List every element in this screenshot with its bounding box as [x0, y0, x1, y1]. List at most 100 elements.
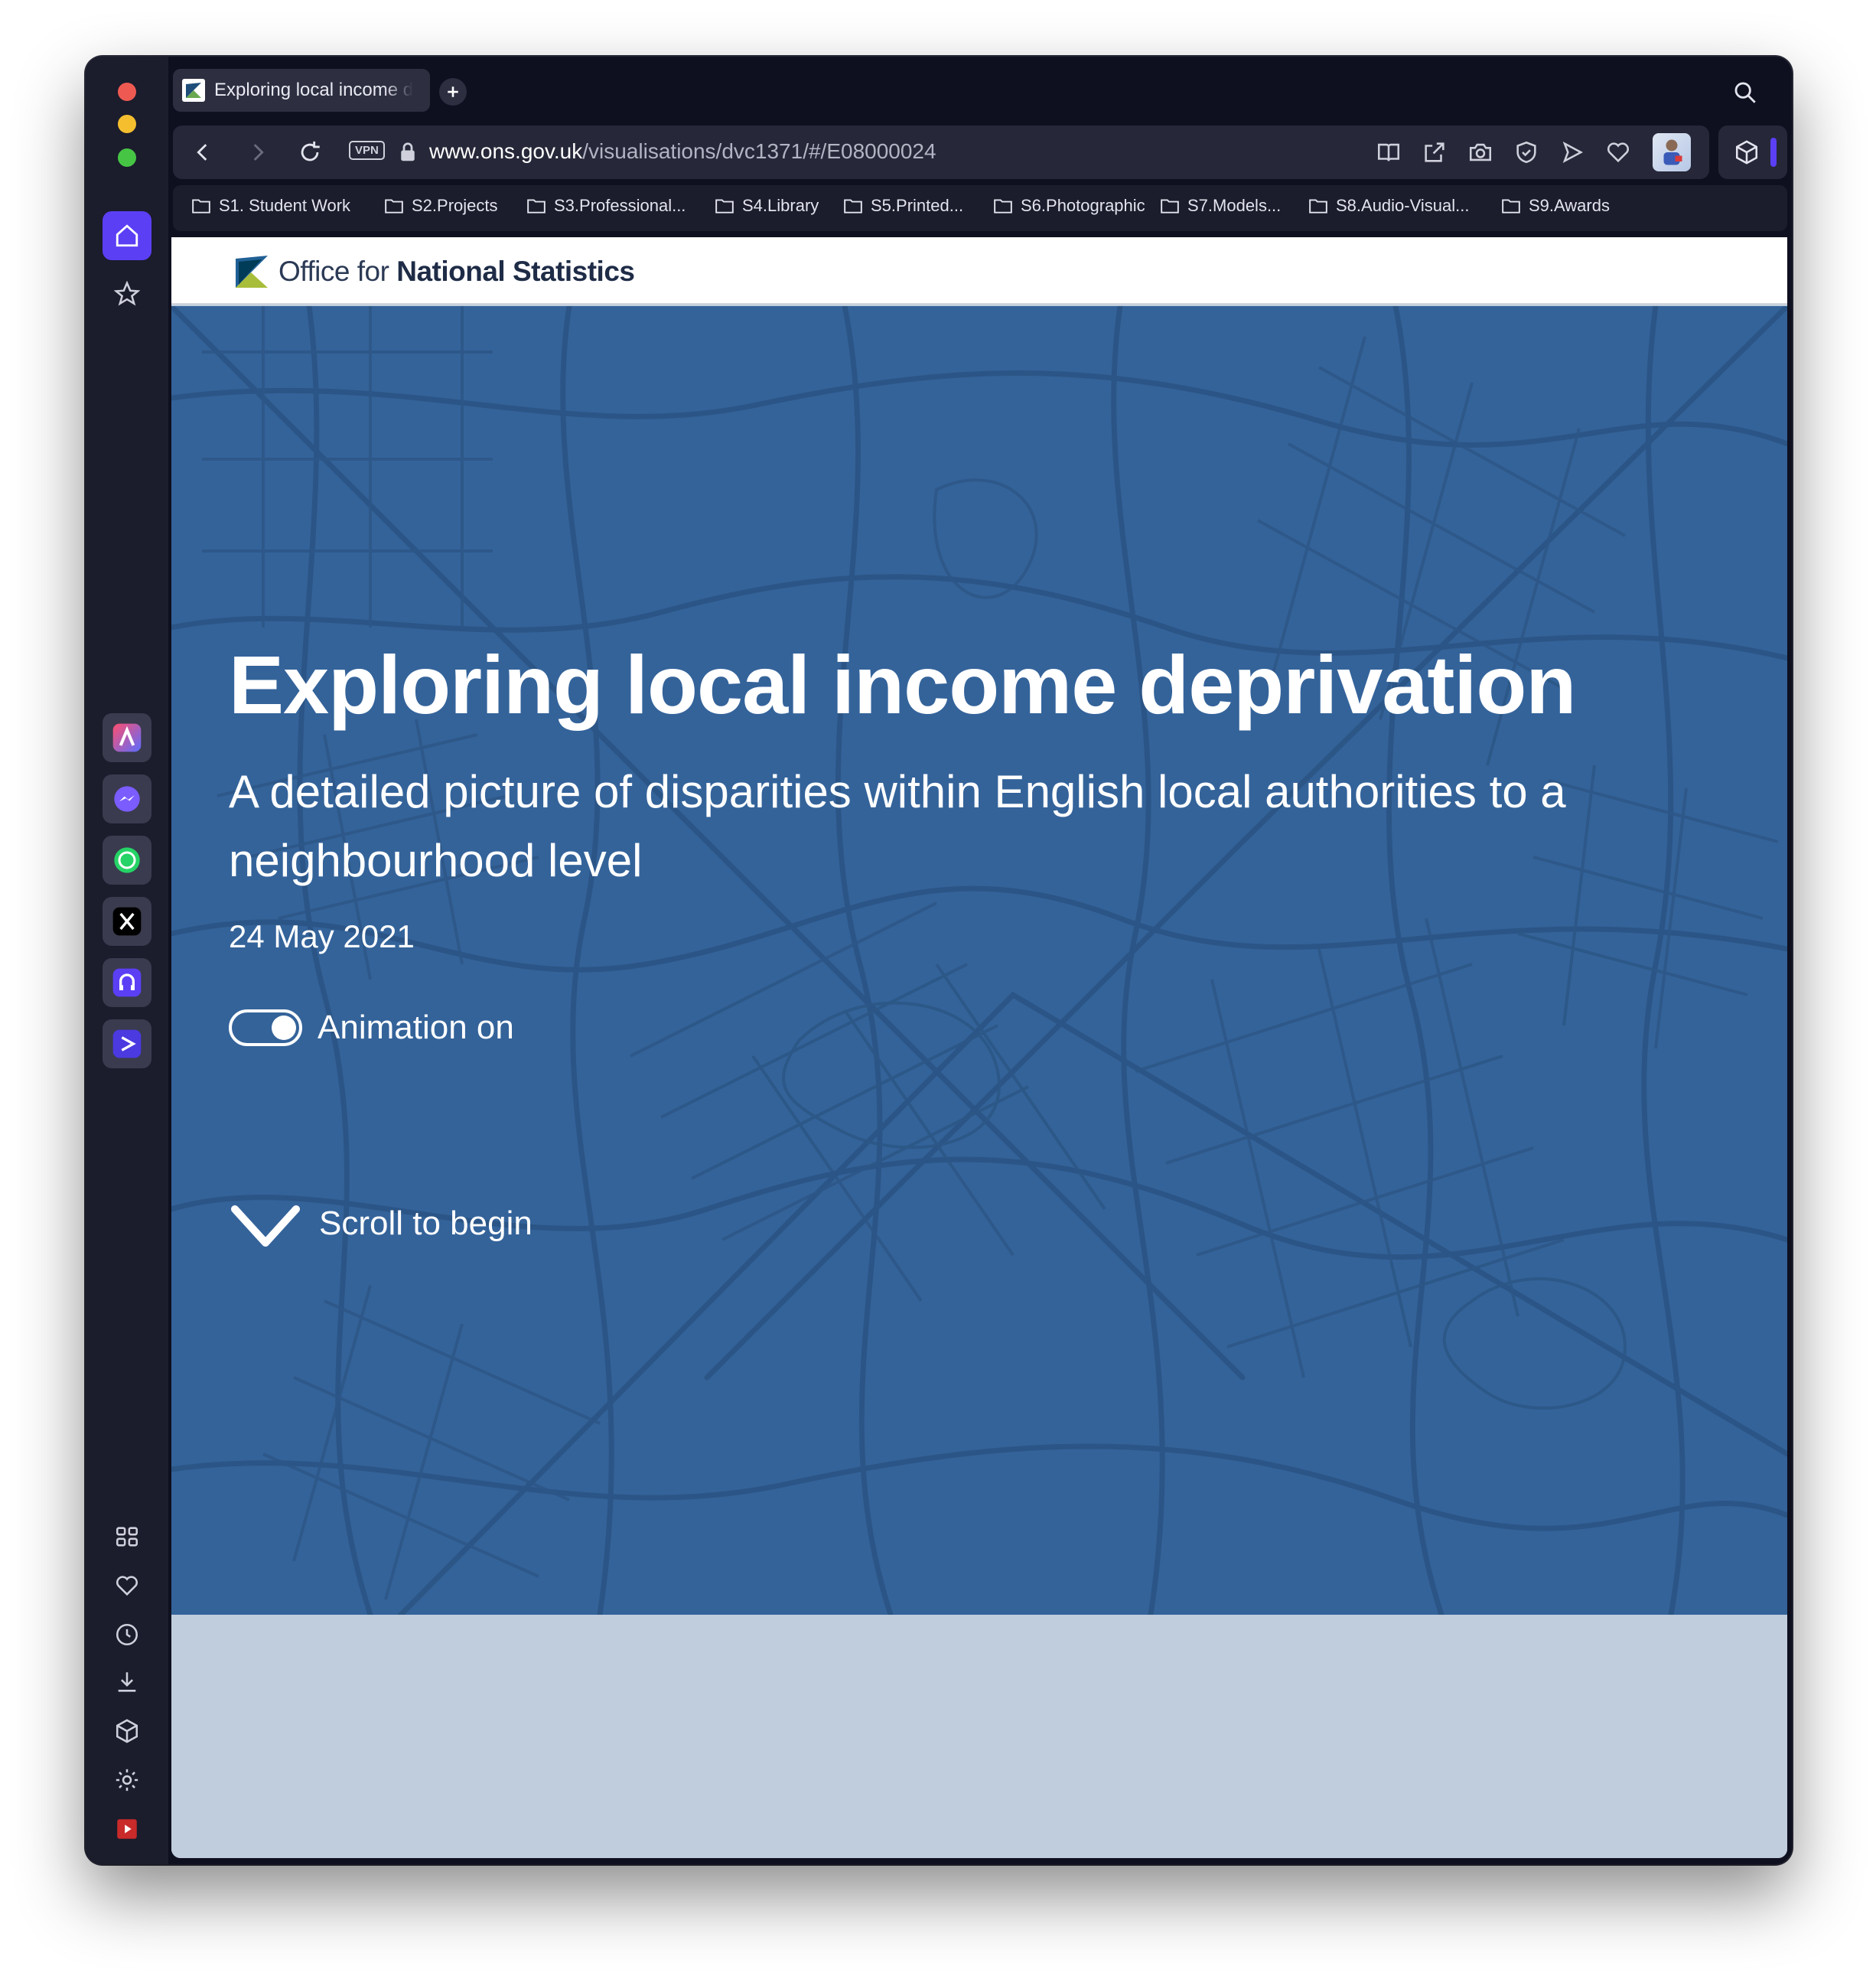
ons-wordmark-bold: National Statistics: [396, 256, 635, 287]
folder-icon: [1161, 199, 1179, 214]
url-text[interactable]: www.ons.gov.uk/visualisations/dvc1371/#/…: [429, 139, 936, 164]
address-bar[interactable]: VPN www.ons.gov.uk/visualisations/dvc137…: [173, 126, 1709, 179]
folder-icon: [994, 199, 1012, 214]
downloads-button[interactable]: [109, 1664, 145, 1700]
extensions-area[interactable]: [1718, 126, 1787, 179]
toggle-knob: [272, 1016, 296, 1040]
close-window-button[interactable]: [118, 83, 136, 101]
cube-icon: [1734, 139, 1760, 169]
ons-logo-icon: [236, 256, 268, 288]
messenger-app-button[interactable]: [103, 774, 151, 823]
lock-icon[interactable]: [396, 139, 419, 169]
sidebar-accent-bar: [1770, 138, 1777, 167]
flow-button[interactable]: [1559, 139, 1585, 169]
whatsapp-app-button[interactable]: [103, 836, 151, 885]
page-title: Exploring local income deprivation: [229, 638, 1576, 731]
folder-icon: [715, 199, 734, 214]
bookmark-folder[interactable]: S9.Awards: [1501, 196, 1610, 216]
bookmark-folder[interactable]: S1. Student Work: [191, 196, 350, 216]
new-tab-button[interactable]: [439, 78, 467, 106]
bookmark-folder[interactable]: S2.Projects: [384, 196, 498, 216]
animation-toggle-row[interactable]: Animation on: [229, 1009, 514, 1047]
search-tabs-button[interactable]: [1732, 80, 1758, 109]
plus-icon: [448, 86, 458, 97]
aria-icon: [112, 723, 142, 752]
ons-wordmark: Office for National Statistics: [278, 256, 635, 288]
star-button[interactable]: [109, 275, 145, 312]
hero-section: Exploring local income deprivation A det…: [171, 306, 1787, 1615]
url-host: www.ons.gov.uk: [429, 139, 583, 163]
vpn-badge[interactable]: VPN: [349, 141, 385, 160]
settings-icon: [116, 1769, 138, 1792]
x-icon: [112, 907, 142, 936]
messenger-icon: [114, 786, 140, 812]
bookmark-label: S4.Library: [742, 196, 819, 215]
bookmark-folder[interactable]: S8.Audio-Visual...: [1308, 196, 1469, 216]
chevron-down-icon: [231, 1205, 300, 1247]
video-button[interactable]: [109, 1811, 145, 1847]
scroll-to-begin-label[interactable]: Scroll to begin: [319, 1205, 533, 1243]
bookmark-label: S5.Printed...: [871, 196, 964, 215]
clock-icon: [116, 1623, 138, 1646]
animation-toggle-label[interactable]: Animation on: [318, 1009, 514, 1047]
send-icon: [1562, 141, 1584, 164]
bookmark-folder[interactable]: S3.Professional...: [526, 196, 686, 216]
snapshot-button[interactable]: [1467, 139, 1493, 169]
history-button[interactable]: [109, 1616, 145, 1653]
chevron-right-icon: [253, 144, 264, 161]
x-app-button[interactable]: [103, 897, 151, 946]
minimize-window-button[interactable]: [118, 115, 136, 133]
back-button[interactable]: [190, 139, 216, 169]
heart-button[interactable]: [109, 1567, 145, 1604]
home-icon: [116, 224, 138, 247]
bookmark-folder[interactable]: S5.Printed...: [843, 196, 963, 216]
active-tab[interactable]: Exploring local income d: [173, 69, 430, 112]
player-icon: [112, 1029, 142, 1058]
music-app-button[interactable]: [103, 958, 151, 1007]
search-icon: [1734, 82, 1756, 103]
zoom-window-button[interactable]: [118, 148, 136, 167]
grid-button[interactable]: [109, 1518, 145, 1555]
grid-icon: [116, 1527, 138, 1547]
street-map-background: [171, 306, 1787, 1615]
bookmark-label: S7.Models...: [1187, 196, 1282, 215]
settings-button[interactable]: [109, 1762, 145, 1798]
ons-wordmark-regular: Office for: [278, 256, 397, 287]
folder-icon: [192, 199, 210, 214]
chevron-left-icon: [197, 144, 207, 161]
bookmark-heart-button[interactable]: [1605, 139, 1631, 169]
player-app-button[interactable]: [103, 1019, 151, 1068]
bookmark-folder[interactable]: S6.Photographic: [993, 196, 1145, 216]
bookmarks-bar: S1. Student Work S2.Projects S3.Professi…: [173, 185, 1787, 231]
shield-icon: [1516, 141, 1536, 164]
adblock-button[interactable]: [1513, 139, 1539, 169]
folder-icon: [1309, 199, 1327, 214]
forward-button[interactable]: [245, 139, 271, 169]
url-path: /visualisations/dvc1371/#/E08000024: [582, 139, 936, 163]
bookmark-folder[interactable]: S4.Library: [715, 196, 819, 216]
folder-icon: [385, 199, 403, 214]
tab-title: Exploring local income d: [214, 80, 414, 100]
bookmark-label: S8.Audio-Visual...: [1336, 196, 1470, 215]
more-button[interactable]: [109, 1860, 145, 1864]
share-button[interactable]: [1422, 139, 1448, 169]
ons-logo[interactable]: Office for National Statistics: [234, 254, 635, 289]
music-icon: [112, 968, 142, 997]
reload-icon: [301, 141, 320, 161]
cube-icon: [116, 1719, 138, 1743]
animation-toggle[interactable]: [229, 1009, 302, 1046]
home-button[interactable]: [103, 211, 151, 260]
reload-button[interactable]: [297, 139, 323, 169]
profile-avatar[interactable]: [1653, 133, 1691, 171]
reader-mode-button[interactable]: [1376, 139, 1402, 169]
publication-date: 24 May 2021: [229, 918, 415, 954]
aria-app-button[interactable]: [103, 713, 151, 762]
folder-icon: [844, 199, 862, 214]
bookmark-folder[interactable]: S7.Models...: [1160, 196, 1281, 216]
scroll-to-begin[interactable]: Scroll to begin: [229, 1201, 533, 1252]
bookmark-label: S1. Student Work: [219, 196, 351, 215]
browser-window: Exploring local income d VPN www.ons.gov…: [86, 57, 1792, 1864]
avatar-icon: [1663, 139, 1682, 165]
extensions-button[interactable]: [109, 1713, 145, 1749]
heart-icon: [116, 1576, 138, 1596]
